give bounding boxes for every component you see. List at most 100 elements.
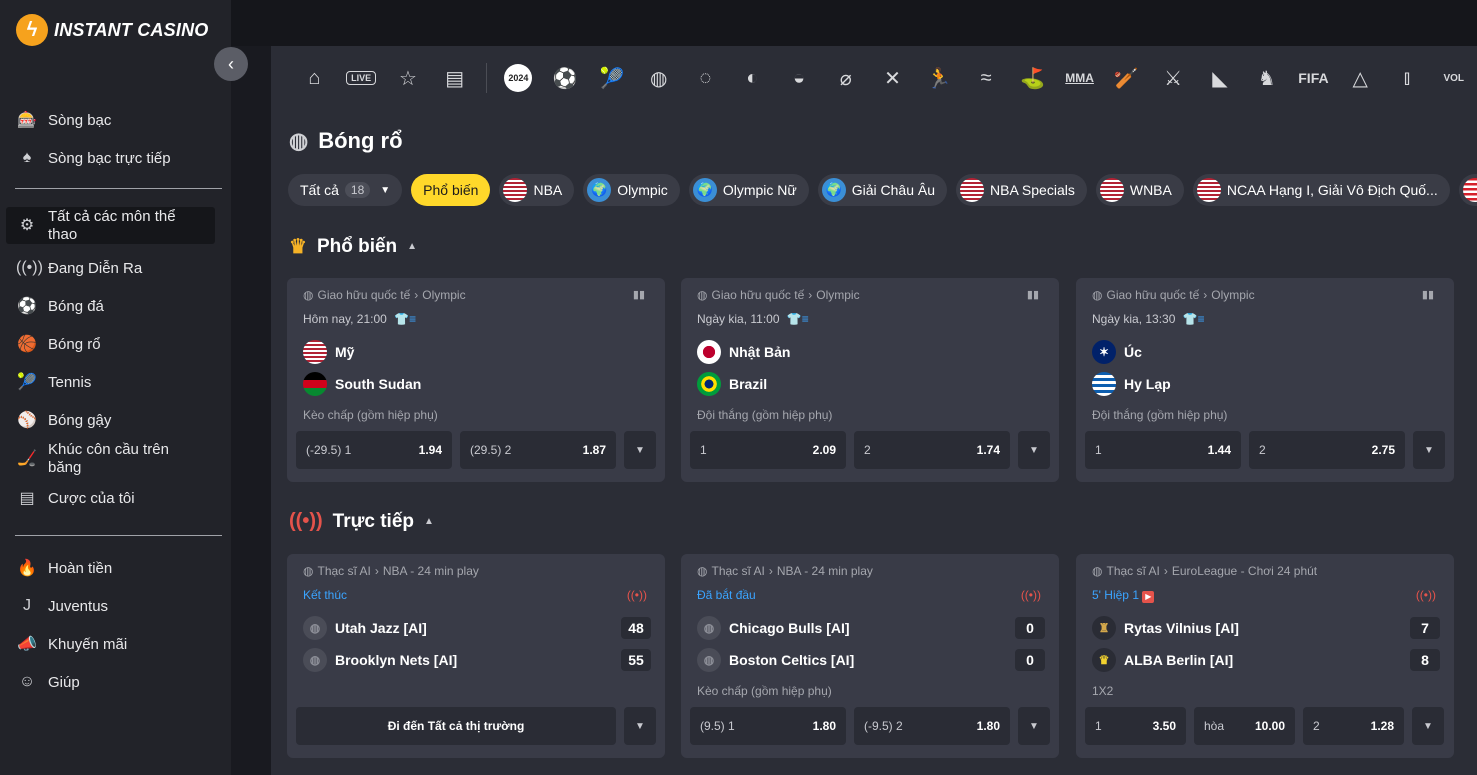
score-away: 8 [1410, 649, 1440, 671]
league-name: Thạc sĩ AI [1106, 564, 1160, 578]
sidebar-item-baseball[interactable]: ⚾ Bóng gậy [0, 401, 231, 439]
counter-strike-icon[interactable]: ⚔ [1150, 58, 1197, 98]
filter-chip-wnba[interactable]: WNBA [1095, 174, 1184, 206]
league-of-legends-icon[interactable]: ⫾ [1384, 58, 1431, 98]
sidebar-item-live-casino[interactable]: ♠ Sòng bạc trực tiếp [0, 139, 231, 177]
horse-racing-icon[interactable]: ♞ [1243, 58, 1290, 98]
badminton-icon[interactable]: ◌ [682, 58, 729, 98]
stats-icon[interactable]: ▮▮ [1027, 288, 1039, 301]
filter-chip-nba[interactable]: NBA [499, 174, 575, 206]
mma-icon[interactable]: MMA [1056, 58, 1103, 98]
sidebar-item-cashback[interactable]: 🔥 Hoàn tiền [0, 549, 231, 587]
filter-chip-nba-specials[interactable]: NBA Specials [956, 174, 1087, 206]
basketball-icon: ◍ [697, 288, 708, 302]
sidebar-item-soccer[interactable]: ⚽ Bóng đá [0, 287, 231, 325]
snooker-icon[interactable]: △ [1337, 58, 1384, 98]
soccer-icon[interactable]: ⚽ [542, 58, 589, 98]
odd-label: 1 [1095, 443, 1102, 457]
volleyball-icon[interactable]: ◐ [729, 58, 776, 98]
odd-button[interactable]: 1 3.50 [1085, 707, 1186, 745]
more-markets-button[interactable]: ▼ [1018, 707, 1050, 745]
handball-icon[interactable]: ✕ [869, 58, 916, 98]
sidebar-collapse-button[interactable]: ‹ [214, 47, 248, 81]
more-markets-button[interactable]: ▼ [1412, 707, 1444, 745]
team-away: South Sudan [303, 372, 421, 396]
fifa-icon[interactable]: FIFA [1290, 58, 1337, 98]
market-label: Kèo chấp (gồm hiệp phụ) [697, 684, 832, 698]
caret-down-icon: ▼ [635, 444, 645, 456]
dota-icon[interactable]: ◣ [1197, 58, 1244, 98]
event-card[interactable]: ◍ Giao hữu quốc tế › Olympic ▮▮ Ngày kia… [681, 278, 1059, 482]
valorant-icon[interactable]: VOL [1430, 58, 1477, 98]
more-markets-button[interactable]: ▼ [624, 431, 656, 469]
odd-button[interactable]: 2 1.28 [1303, 707, 1404, 745]
filter-chip-euro[interactable]: 🌍 Giải Châu Âu [817, 174, 948, 206]
tennis-icon[interactable]: 🎾 [589, 58, 636, 98]
odd-button[interactable]: 1 2.09 [690, 431, 846, 469]
cricket-icon[interactable]: 🏏 [1103, 58, 1150, 98]
live-icon[interactable]: LIVE [338, 58, 385, 98]
odd-button[interactable]: (29.5) 2 1.87 [460, 431, 616, 469]
filter-chip-pr[interactable]: E [1458, 174, 1477, 206]
live-section-header[interactable]: ((•)) Trực tiếp ▲ [289, 510, 434, 533]
olympics-icon[interactable]: 2024 [495, 58, 542, 98]
caret-down-icon: ▼ [1424, 444, 1434, 456]
sidebar-item-tennis[interactable]: 🎾 Tennis [0, 363, 231, 401]
odd-label: (29.5) 2 [470, 443, 512, 457]
betslip-icon[interactable]: ▤ [431, 58, 478, 98]
live-event-card[interactable]: ◍ Thạc sĩ AI › NBA - 24 min play Kết thú… [287, 554, 665, 758]
odd-button[interactable]: hòa 10.00 [1194, 707, 1295, 745]
live-event-card[interactable]: ◍ Thạc sĩ AI › NBA - 24 min play Đã bắt … [681, 554, 1059, 758]
odd-button[interactable]: (-29.5) 1 1.94 [296, 431, 452, 469]
event-breadcrumb: ◍ Thạc sĩ AI › NBA - 24 min play [697, 564, 873, 578]
sidebar-item-my-bets[interactable]: ▤ Cược của tôi [0, 479, 231, 517]
athletics-icon[interactable]: 🏃 [916, 58, 963, 98]
more-markets-button[interactable]: ▼ [624, 707, 656, 745]
globe-icon: 🌍 [821, 178, 846, 202]
filter-chip-olympic-women[interactable]: 🌍 Olympic Nữ [688, 174, 809, 206]
video-icon[interactable]: ▶ [1142, 591, 1155, 603]
sidebar-item-help[interactable]: ☺ Giúp [0, 663, 231, 701]
team-away: ◍ Brooklyn Nets [AI] [303, 648, 457, 672]
live-event-card[interactable]: ◍ Thạc sĩ AI › EuroLeague - Chơi 24 phút… [1076, 554, 1454, 758]
odd-button[interactable]: 2 2.75 [1249, 431, 1405, 469]
basketball-icon[interactable]: ◍ [635, 58, 682, 98]
more-markets-button[interactable]: ▼ [1413, 431, 1445, 469]
sidebar-item-live[interactable]: ((•)) Đang Diễn Ra [0, 249, 231, 287]
star-icon[interactable]: ☆ [385, 58, 432, 98]
more-markets-button[interactable]: ▼ [1018, 431, 1050, 469]
event-status: Kết thúc [303, 588, 348, 602]
odd-button[interactable]: (-9.5) 2 1.80 [854, 707, 1010, 745]
event-card[interactable]: ◍ Giao hữu quốc tế › Olympic ▮▮ Hôm nay,… [287, 278, 665, 482]
filter-chip-ncaa[interactable]: NCAA Hạng I, Giải Vô Địch Quố... [1192, 174, 1450, 206]
team-home: Nhật Bản [697, 340, 790, 364]
juventus-icon: J [23, 597, 31, 614]
sidebar-item-basketball[interactable]: 🏀 Bóng rổ [0, 325, 231, 363]
home-icon[interactable]: ⌂ [291, 58, 338, 98]
sidebar-item-all-sports[interactable]: ⚙ Tất cả các môn thể thao [6, 207, 215, 244]
filter-chip-popular[interactable]: Phổ biến [411, 174, 491, 206]
filter-all-dropdown[interactable]: Tất cả 18 ▼ [288, 174, 403, 206]
rugby-icon[interactable]: ◒ [776, 58, 823, 98]
brand-logo[interactable]: ϟ INSTANT CASINO [16, 14, 208, 46]
golf-icon[interactable]: ⛳ [1009, 58, 1056, 98]
sidebar-item-promotions[interactable]: 📣 Khuyến mãi [0, 625, 231, 663]
event-status: Đã bắt đầu [697, 588, 756, 602]
goto-all-markets-button[interactable]: Đi đến Tất cả thị trường [296, 707, 616, 745]
table-tennis-icon[interactable]: ⌀ [822, 58, 869, 98]
event-card[interactable]: ◍ Giao hữu quốc tế › Olympic ▮▮ Ngày kia… [1076, 278, 1454, 482]
cashback-icon: 🔥 [17, 560, 37, 577]
stats-icon[interactable]: ▮▮ [633, 288, 645, 301]
stats-icon[interactable]: ▮▮ [1422, 288, 1434, 301]
swimming-icon[interactable]: ≈ [963, 58, 1010, 98]
sidebar-item-ice-hockey[interactable]: 🏒 Khúc côn cầu trên băng [0, 439, 231, 479]
odd-label: 2 [1259, 443, 1266, 457]
odd-button[interactable]: 2 1.74 [854, 431, 1010, 469]
odd-button[interactable]: 1 1.44 [1085, 431, 1241, 469]
popular-section-header[interactable]: ♛ Phổ biến ▲ [289, 234, 417, 259]
sidebar-item-casino[interactable]: 🎰 Sòng bạc [0, 101, 231, 139]
sidebar-item-juventus[interactable]: J Juventus [0, 587, 231, 625]
filter-chip-label: Giải Châu Âu [851, 182, 936, 198]
filter-chip-olympic[interactable]: 🌍 Olympic [583, 174, 680, 206]
odd-button[interactable]: (9.5) 1 1.80 [690, 707, 846, 745]
